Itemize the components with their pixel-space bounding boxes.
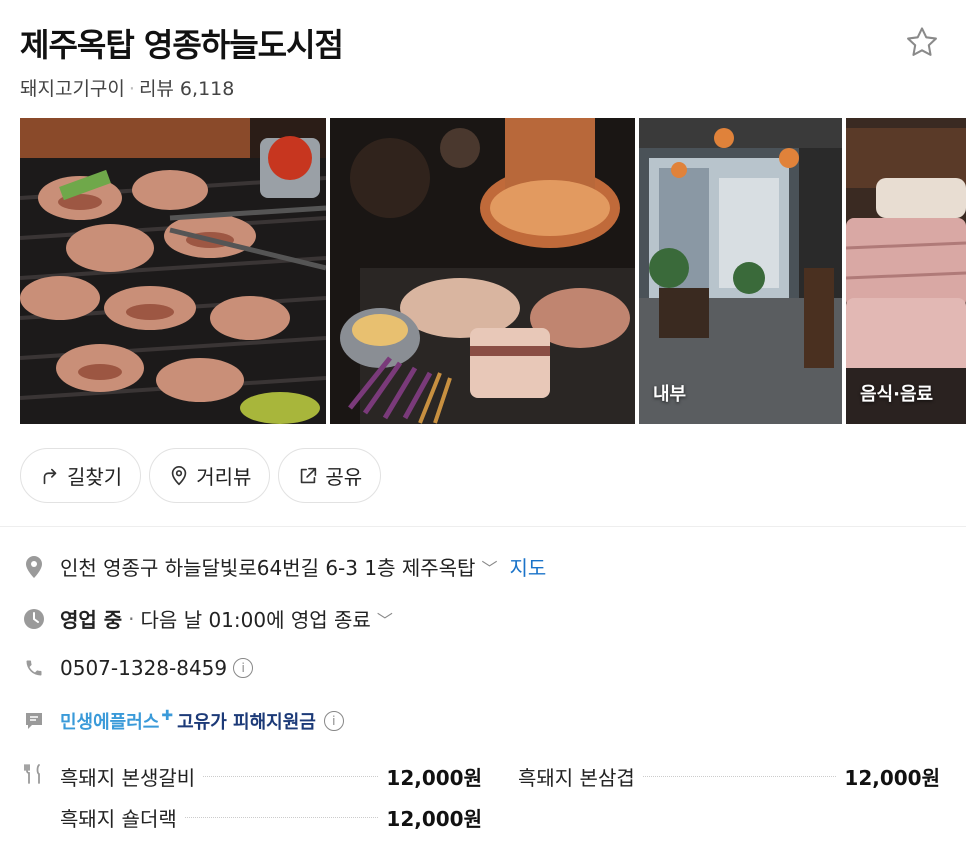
photo-gallery: 내부 음식·음료 <box>20 118 966 424</box>
menu-name: 흑돼지 숄더랙 <box>60 807 177 831</box>
category-label: 돼지고기구이 <box>20 78 125 100</box>
hours-text: 다음 날 01:00에 영업 종료 <box>140 608 371 632</box>
menu-price: 12,000원 <box>844 766 940 790</box>
photo-table-setting[interactable] <box>330 118 635 424</box>
street-view-button[interactable]: 거리뷰 <box>149 448 271 503</box>
promo-text[interactable]: 고유가 피해지원금 <box>177 708 316 734</box>
open-status: 영업 중 <box>60 608 123 632</box>
menu-item[interactable]: 흑돼지 본삼겹 12,000원 <box>518 762 940 791</box>
menu-icon-row <box>22 762 60 786</box>
promo-brand[interactable]: 민생에플러스 <box>60 708 159 734</box>
section-divider <box>0 526 966 527</box>
place-subline: 돼지고기구이 · 리뷰 6,118 <box>20 74 234 101</box>
menu-dots <box>642 776 837 777</box>
action-buttons: 길찾기 거리뷰 공유 <box>20 448 382 503</box>
directions-label: 길찾기 <box>67 465 123 489</box>
review-count[interactable]: 리뷰 6,118 <box>139 78 234 100</box>
photo-food-drink[interactable]: 음식·음료 <box>846 118 966 424</box>
share-icon <box>301 467 317 483</box>
separator-dot: · <box>128 606 135 631</box>
menu-row-1: 흑돼지 본생갈비 12,000원 흑돼지 본삼겹 12,000원 <box>60 762 940 791</box>
share-label: 공유 <box>325 465 363 489</box>
map-link[interactable]: 지도 <box>509 552 546 581</box>
photo-interior[interactable]: 내부 <box>639 118 842 424</box>
message-icon <box>22 709 46 733</box>
menu-item[interactable]: 흑돼지 숄더랙 12,000원 <box>60 803 482 832</box>
info-icon[interactable]: i <box>323 711 344 731</box>
location-pin-icon <box>22 555 46 579</box>
share-button[interactable]: 공유 <box>278 448 382 503</box>
directions-button[interactable]: 길찾기 <box>20 448 142 503</box>
directions-icon <box>43 468 57 484</box>
menu-name: 흑돼지 본생갈비 <box>60 766 196 790</box>
fork-knife-icon <box>22 762 46 786</box>
menu-item[interactable]: 흑돼지 본생갈비 12,000원 <box>60 762 482 791</box>
plus-icon: ✚ <box>161 708 174 724</box>
menu-price: 12,000원 <box>386 766 482 790</box>
clock-icon <box>22 607 46 631</box>
menu-price: 12,000원 <box>386 807 482 831</box>
favorite-star-icon[interactable] <box>903 24 941 62</box>
menu-row-2: 흑돼지 숄더랙 12,000원 <box>60 803 482 832</box>
hours-row: 영업 중 · 다음 날 01:00에 영업 종료 ﹀ <box>22 604 393 633</box>
info-icon[interactable]: i <box>233 658 254 678</box>
phone-icon <box>22 656 46 680</box>
photo-label-interior: 내부 <box>653 384 687 405</box>
phone-number[interactable]: 0507-1328-8459 <box>60 656 227 680</box>
menu-dots <box>203 776 379 777</box>
street-view-label: 거리뷰 <box>196 465 252 489</box>
separator-dot: · <box>128 78 135 100</box>
photo-label-food-drink: 음식·음료 <box>860 384 934 405</box>
chevron-down-icon[interactable]: ﹀ <box>481 555 497 579</box>
menu-name: 흑돼지 본삼겹 <box>518 766 635 790</box>
photo-grill[interactable] <box>20 118 326 424</box>
address-text: 인천 영종구 하늘달빛로64번길 6-3 1층 제주옥탑 <box>60 556 476 580</box>
location-pin-icon <box>171 465 187 485</box>
phone-row: 0507-1328-8459 i <box>22 656 254 680</box>
promo-row: 민생에플러스 ✚ 고유가 피해지원금 i <box>22 708 344 734</box>
chevron-down-icon[interactable]: ﹀ <box>377 607 393 631</box>
address-row: 인천 영종구 하늘달빛로64번길 6-3 1층 제주옥탑 ﹀ 지도 <box>22 552 546 581</box>
place-title: 제주옥탑 영종하늘도시점 <box>20 26 344 64</box>
menu-dots <box>184 817 379 818</box>
